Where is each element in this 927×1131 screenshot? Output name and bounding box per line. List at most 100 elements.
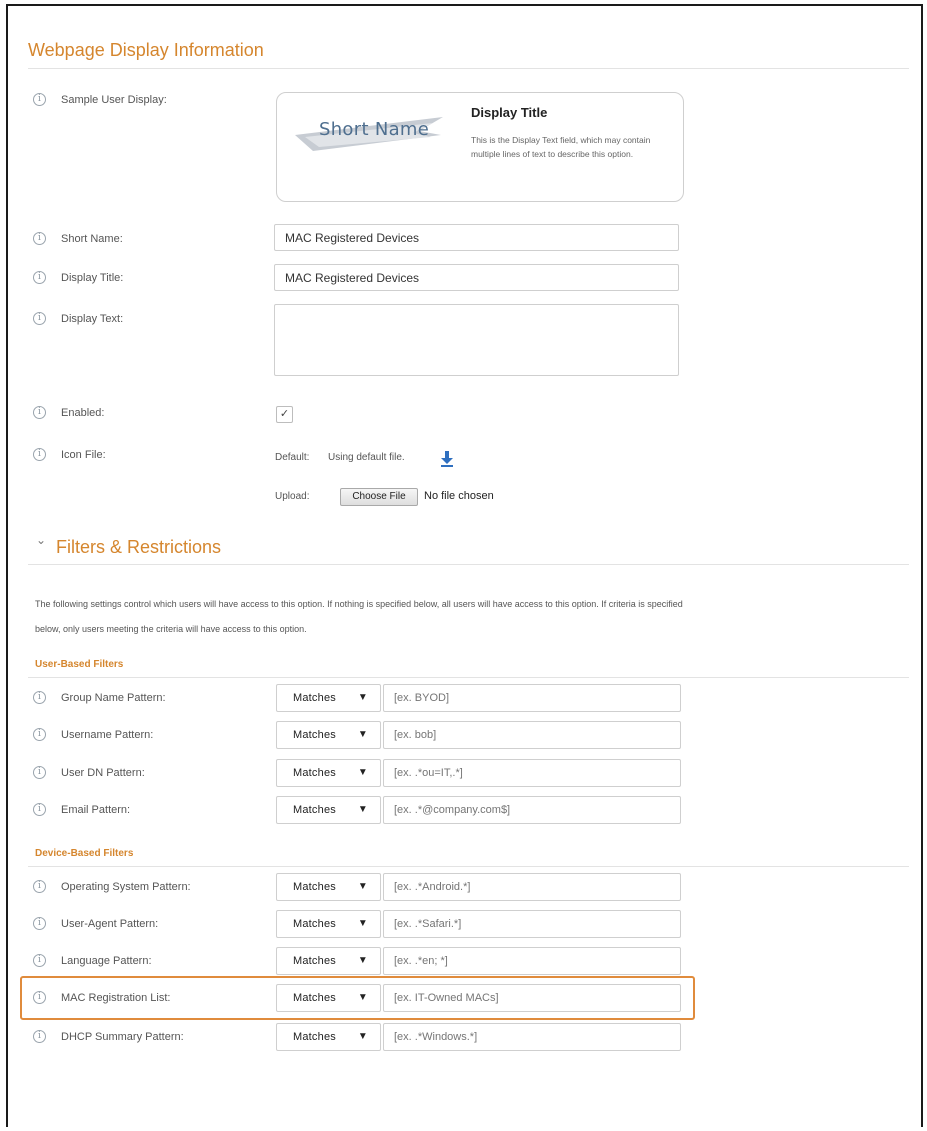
label-text: User DN Pattern: [61, 766, 145, 779]
user-dn-pattern-label: i User DN Pattern: [33, 766, 145, 779]
label-text: Username Pattern: [61, 728, 154, 741]
choose-file-button[interactable]: Choose File [340, 488, 418, 506]
label-text: Enabled: [61, 406, 105, 419]
user-dn-operator-select[interactable]: Matches ▼ [276, 759, 381, 787]
section-divider [28, 564, 909, 565]
device-based-filters-heading: Device-Based Filters [35, 848, 134, 859]
info-icon[interactable]: i [33, 271, 46, 284]
display-title-label: i Display Title: [33, 271, 123, 284]
user-agent-pattern-input[interactable] [383, 910, 681, 938]
default-label: Default: [275, 452, 310, 463]
dhcp-summary-pattern-input[interactable] [383, 1023, 681, 1051]
os-pattern-label: i Operating System Pattern: [33, 880, 191, 893]
default-file-text: Using default file. [328, 452, 405, 463]
info-icon[interactable]: i [33, 1030, 46, 1043]
caret-down-icon: ▼ [357, 992, 368, 1003]
info-icon[interactable]: i [33, 232, 46, 245]
label-text: Group Name Pattern: [61, 691, 166, 704]
label-text: Short Name: [61, 232, 123, 245]
info-icon[interactable]: i [33, 954, 46, 967]
email-pattern-label: i Email Pattern: [33, 803, 130, 816]
language-operator-select[interactable]: Matches ▼ [276, 947, 381, 975]
caret-down-icon: ▼ [357, 881, 368, 892]
info-icon[interactable]: i [33, 880, 46, 893]
email-pattern-input[interactable] [383, 796, 681, 824]
select-value: Matches [293, 881, 336, 893]
label-text: Icon File: [61, 448, 106, 461]
display-title-input[interactable] [274, 264, 679, 291]
os-operator-select[interactable]: Matches ▼ [276, 873, 381, 901]
section-divider [28, 68, 909, 69]
info-icon[interactable]: i [33, 917, 46, 930]
label-text: Email Pattern: [61, 803, 131, 816]
description-line: The following settings control which use… [35, 599, 683, 609]
group-name-operator-select[interactable]: Matches ▼ [276, 684, 381, 712]
label-text: Sample User Display: [61, 93, 167, 106]
enabled-checkbox[interactable]: ✓ [276, 406, 293, 423]
settings-panel: Webpage Display Information i Sample Use… [6, 4, 923, 1127]
user-dn-pattern-input[interactable] [383, 759, 681, 787]
info-icon[interactable]: i [33, 448, 46, 461]
short-name-input[interactable] [274, 224, 679, 251]
icon-file-label: i Icon File: [33, 448, 106, 461]
caret-down-icon: ▼ [357, 955, 368, 966]
info-icon[interactable]: i [33, 803, 46, 816]
caret-down-icon: ▼ [357, 1031, 368, 1042]
filters-description: The following settings control which use… [35, 592, 925, 642]
group-name-pattern-label: i Group Name Pattern: [33, 691, 166, 704]
info-icon[interactable]: i [33, 312, 46, 325]
section-divider [28, 866, 909, 867]
info-icon[interactable]: i [33, 691, 46, 704]
info-icon[interactable]: i [33, 766, 46, 779]
username-operator-select[interactable]: Matches ▼ [276, 721, 381, 749]
label-text: Language Pattern: [61, 954, 152, 967]
info-icon[interactable]: i [33, 93, 46, 106]
display-text-textarea[interactable] [274, 304, 679, 376]
select-value: Matches [293, 955, 336, 967]
select-value: Matches [293, 767, 336, 779]
email-operator-select[interactable]: Matches ▼ [276, 796, 381, 824]
mac-registration-list-input[interactable] [383, 984, 681, 1012]
dhcp-summary-pattern-label: i DHCP Summary Pattern: [33, 1030, 184, 1043]
user-based-filters-heading: User-Based Filters [35, 659, 124, 670]
os-pattern-input[interactable] [383, 873, 681, 901]
caret-down-icon: ▼ [357, 729, 368, 740]
dhcp-summary-operator-select[interactable]: Matches ▼ [276, 1023, 381, 1051]
select-value: Matches [293, 692, 336, 704]
label-text: Operating System Pattern: [61, 880, 191, 893]
chevron-down-icon[interactable]: ⌄ [36, 533, 46, 547]
info-icon[interactable]: i [33, 406, 46, 419]
caret-down-icon: ▼ [357, 918, 368, 929]
enabled-label: i Enabled: [33, 406, 104, 419]
select-value: Matches [293, 918, 336, 930]
username-pattern-input[interactable] [383, 721, 681, 749]
description-line: below, only users meeting the criteria w… [35, 624, 307, 634]
label-text: User-Agent Pattern: [61, 917, 159, 930]
select-value: Matches [293, 804, 336, 816]
info-icon[interactable]: i [33, 728, 46, 741]
caret-down-icon: ▼ [357, 767, 368, 778]
user-agent-operator-select[interactable]: Matches ▼ [276, 910, 381, 938]
section-title-filters[interactable]: Filters & Restrictions [56, 537, 221, 558]
display-text-label: i Display Text: [33, 312, 123, 325]
download-icon[interactable] [440, 451, 454, 467]
preview-display-title: Display Title [471, 105, 548, 120]
label-text: DHCP Summary Pattern: [61, 1030, 184, 1043]
select-value: Matches [293, 1031, 336, 1043]
sample-user-display-label: i Sample User Display: [33, 93, 167, 106]
caret-down-icon: ▼ [357, 692, 368, 703]
select-value: Matches [293, 729, 336, 741]
mac-registration-list-label: i MAC Registration List: [33, 991, 170, 1004]
mac-registration-operator-select[interactable]: Matches ▼ [276, 984, 381, 1012]
section-title-webpage-display: Webpage Display Information [28, 40, 264, 60]
user-agent-pattern-label: i User-Agent Pattern: [33, 917, 158, 930]
caret-down-icon: ▼ [357, 804, 368, 815]
preview-display-text: This is the Display Text field, which ma… [471, 135, 651, 159]
label-text: Display Title: [61, 271, 124, 284]
group-name-pattern-input[interactable] [383, 684, 681, 712]
label-text: MAC Registration List: [61, 991, 171, 1004]
info-icon[interactable]: i [33, 991, 46, 1004]
sample-user-display-preview: Short Name Display Title This is the Dis… [276, 92, 684, 202]
select-value: Matches [293, 992, 336, 1004]
language-pattern-input[interactable] [383, 947, 681, 975]
